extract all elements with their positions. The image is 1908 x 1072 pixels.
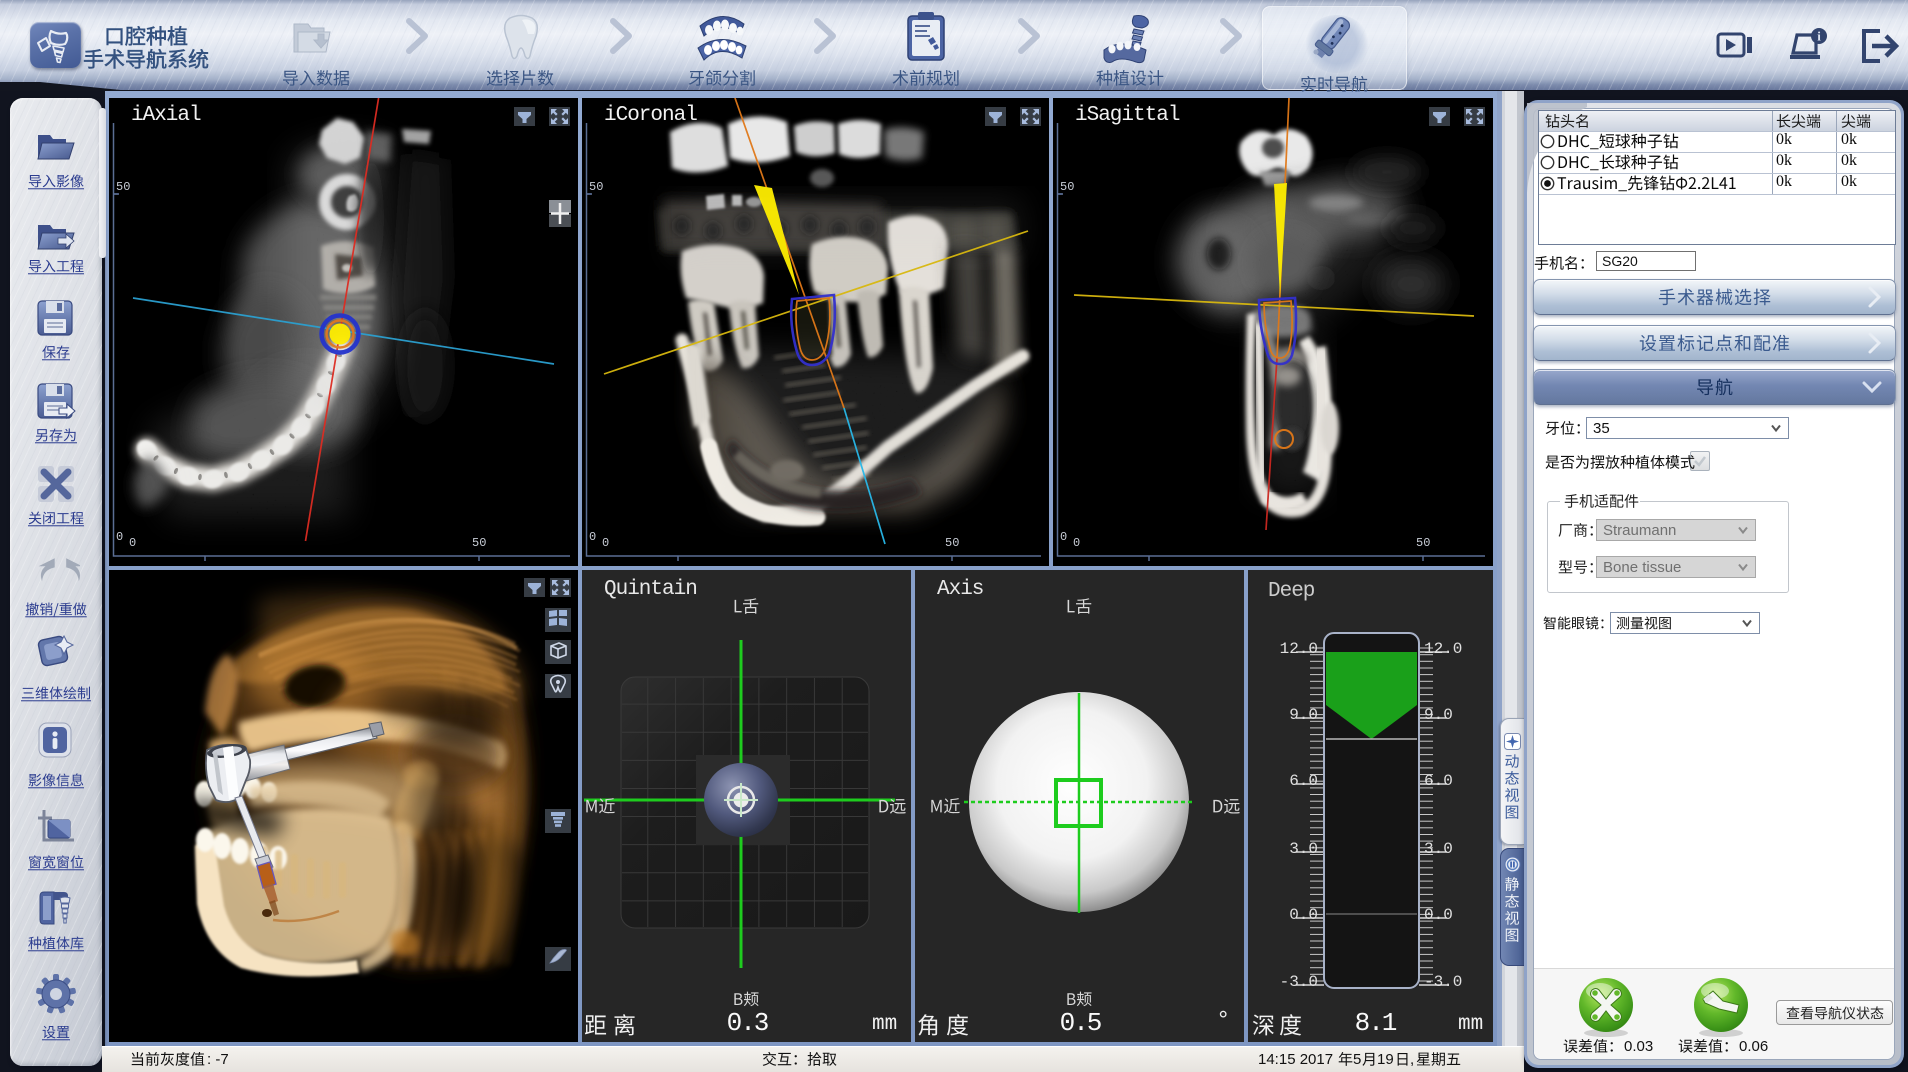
svg-text:0.0: 0.0 <box>1289 906 1318 924</box>
svg-text:6.0: 6.0 <box>1424 772 1453 790</box>
svg-text:9.0: 9.0 <box>1424 706 1453 724</box>
svg-text:0.0: 0.0 <box>1424 906 1453 924</box>
svg-text:12.0: 12.0 <box>1424 640 1462 658</box>
svg-text:3.0: 3.0 <box>1289 840 1318 858</box>
svg-text:-3.0: -3.0 <box>1280 973 1318 991</box>
svg-text:3.0: 3.0 <box>1424 840 1453 858</box>
svg-text:9.0: 9.0 <box>1289 706 1318 724</box>
svg-text:12.0: 12.0 <box>1280 640 1318 658</box>
svg-text:i: i <box>1817 29 1821 44</box>
svg-text:6.0: 6.0 <box>1289 772 1318 790</box>
svg-text:-3.0: -3.0 <box>1424 973 1462 991</box>
